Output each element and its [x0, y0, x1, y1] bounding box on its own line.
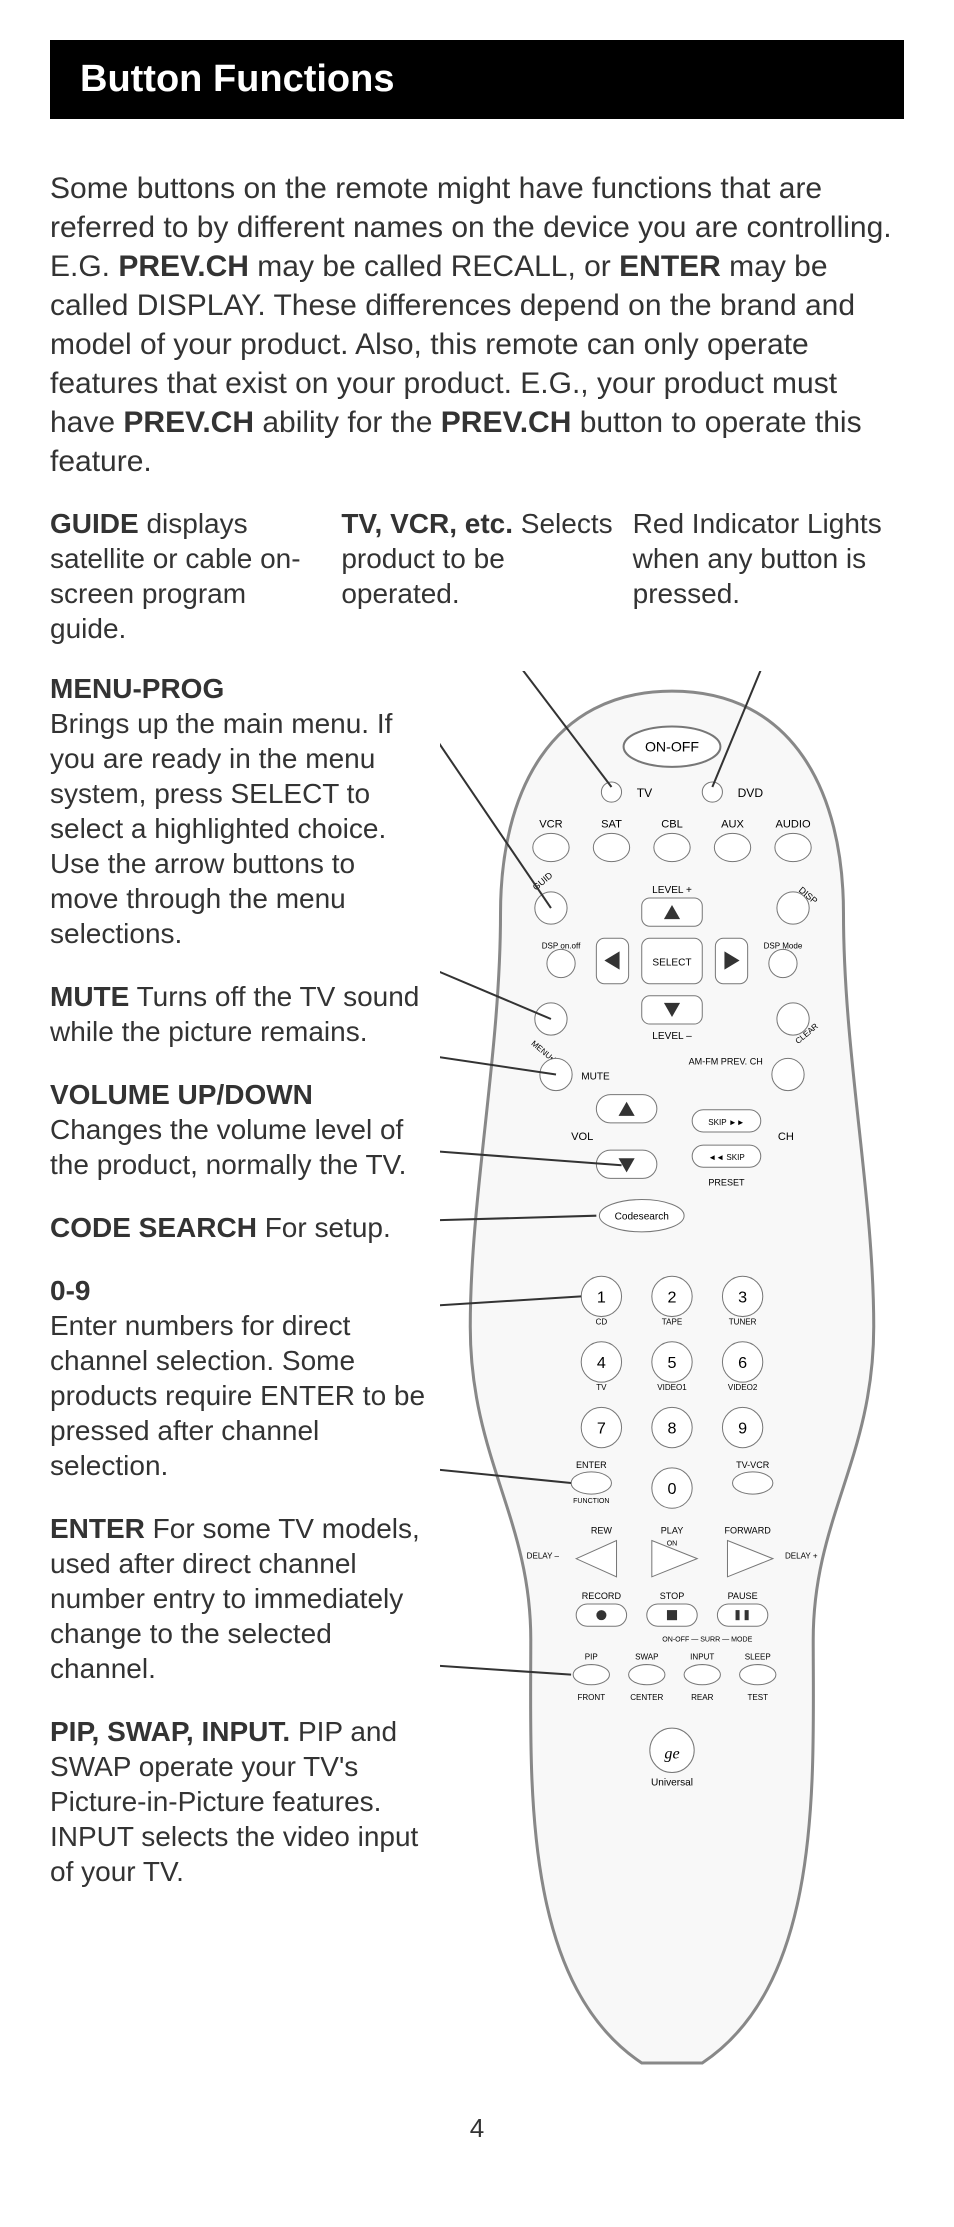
- svg-text:STOP: STOP: [660, 1591, 685, 1601]
- svg-text:Universal: Universal: [651, 1778, 693, 1789]
- tv-led: [601, 782, 621, 802]
- svg-text:SLEEP: SLEEP: [745, 1653, 771, 1662]
- desc-vol: VOLUME UP/DOWNChanges the volume level o…: [50, 1077, 430, 1182]
- svg-text:AM-FM PREV. CH: AM-FM PREV. CH: [689, 1056, 763, 1066]
- svg-text:VOL: VOL: [571, 1131, 593, 1143]
- svg-text:DSP on.off: DSP on.off: [542, 941, 581, 950]
- svg-text:INPUT: INPUT: [690, 1653, 714, 1662]
- desc-enter: ENTER For some TV models, used after dir…: [50, 1511, 430, 1686]
- svg-text:LEVEL +: LEVEL +: [652, 885, 692, 896]
- svg-text:TV-VCR: TV-VCR: [736, 1460, 770, 1470]
- col-tvvcr: TV, VCR, etc. Selects product to be oper…: [341, 506, 612, 646]
- svg-text:PIP: PIP: [585, 1653, 598, 1662]
- svg-text:DELAY –: DELAY –: [527, 1552, 560, 1561]
- top-columns: GUIDE displays satellite or cable on-scr…: [50, 506, 904, 646]
- svg-text:8: 8: [668, 1420, 677, 1438]
- svg-text:REW: REW: [591, 1525, 613, 1535]
- col-guide: GUIDE displays satellite or cable on-scr…: [50, 506, 321, 646]
- pip-button[interactable]: [573, 1665, 609, 1685]
- svg-text:PAUSE: PAUSE: [728, 1591, 758, 1601]
- svg-text:CH: CH: [778, 1131, 794, 1143]
- cbl-button[interactable]: [654, 833, 690, 861]
- mute-button[interactable]: [540, 1058, 572, 1090]
- svg-text:AUDIO: AUDIO: [775, 818, 810, 830]
- svg-text:VIDEO2: VIDEO2: [728, 1383, 758, 1392]
- page-number: 4: [50, 2113, 904, 2144]
- svg-text:VIDEO1: VIDEO1: [657, 1383, 687, 1392]
- svg-text:9: 9: [738, 1420, 747, 1438]
- svg-text:FRONT: FRONT: [577, 1693, 605, 1702]
- tvvcr-button[interactable]: [733, 1472, 773, 1494]
- svg-text:CBL: CBL: [661, 818, 683, 830]
- svg-text:SELECT: SELECT: [652, 958, 691, 969]
- svg-text:5: 5: [668, 1354, 677, 1372]
- dsp-mode-button[interactable]: [769, 949, 797, 977]
- svg-text:1: 1: [597, 1288, 606, 1306]
- svg-text:TAPE: TAPE: [662, 1318, 683, 1327]
- svg-text:MUTE: MUTE: [581, 1072, 610, 1083]
- svg-text:ON: ON: [667, 1541, 678, 1548]
- dsp-onoff-button[interactable]: [547, 949, 575, 977]
- desc-codesearch: CODE SEARCH For setup.: [50, 1210, 430, 1245]
- svg-text:Codesearch: Codesearch: [615, 1212, 669, 1223]
- vcr-button[interactable]: [533, 833, 569, 861]
- remote-diagram: ON-OFF TV DVD VCR SAT CBL AUX AUDIO: [440, 671, 904, 2103]
- svg-text:CENTER: CENTER: [630, 1693, 663, 1702]
- svg-text:3: 3: [738, 1288, 747, 1306]
- svg-text:RECORD: RECORD: [582, 1591, 622, 1601]
- svg-text:0: 0: [668, 1480, 677, 1498]
- desc-mute: MUTE Turns off the TV sound while the pi…: [50, 979, 430, 1049]
- svg-text:FORWARD: FORWARD: [724, 1525, 771, 1535]
- svg-text:SWAP: SWAP: [635, 1653, 658, 1662]
- sat-button[interactable]: [593, 833, 629, 861]
- intro-paragraph: Some buttons on the remote might have fu…: [50, 169, 904, 481]
- aux-button[interactable]: [714, 833, 750, 861]
- svg-text:AUX: AUX: [721, 818, 744, 830]
- col-redled: Red Indicator Lights when any button is …: [633, 506, 904, 646]
- svg-text:ENTER: ENTER: [576, 1460, 607, 1470]
- svg-text:SAT: SAT: [601, 818, 622, 830]
- svg-text:TV: TV: [596, 1383, 607, 1392]
- svg-text:TEST: TEST: [747, 1693, 768, 1702]
- input-button[interactable]: [684, 1665, 720, 1685]
- desc-pip: PIP, SWAP, INPUT. PIP and SWAP operate y…: [50, 1714, 430, 1889]
- desc-menu: MENU-PROGBrings up the main menu. If you…: [50, 671, 430, 951]
- svg-text:ON-OFF: ON-OFF: [645, 739, 699, 755]
- svg-text:TV: TV: [637, 786, 653, 800]
- svg-text:PLAY: PLAY: [661, 1525, 684, 1535]
- svg-text:◄◄ SKIP: ◄◄ SKIP: [708, 1153, 745, 1162]
- svg-text:SKIP ►►: SKIP ►►: [708, 1118, 744, 1127]
- svg-text:LEVEL –: LEVEL –: [652, 1031, 692, 1042]
- svg-text:PRESET: PRESET: [708, 1177, 745, 1187]
- svg-text:CD: CD: [596, 1318, 608, 1327]
- svg-text:6: 6: [738, 1354, 747, 1372]
- svg-text:ge: ge: [664, 1745, 679, 1762]
- svg-text:7: 7: [597, 1420, 606, 1438]
- svg-text:REAR: REAR: [691, 1693, 714, 1702]
- pause-button[interactable]: [717, 1604, 767, 1626]
- audio-button[interactable]: [775, 833, 811, 861]
- svg-text:DVD: DVD: [738, 786, 764, 800]
- section-title: Button Functions: [50, 40, 904, 119]
- svg-text:4: 4: [597, 1354, 606, 1372]
- svg-text:VCR: VCR: [539, 818, 562, 830]
- sleep-button[interactable]: [740, 1665, 776, 1685]
- swap-button[interactable]: [629, 1665, 665, 1685]
- svg-text:DELAY +: DELAY +: [785, 1552, 818, 1561]
- svg-text:TUNER: TUNER: [729, 1318, 757, 1327]
- desc-numbers: 0-9Enter numbers for direct channel sele…: [50, 1273, 430, 1483]
- svg-text:ON-OFF — SURR — MODE: ON-OFF — SURR — MODE: [662, 1636, 752, 1643]
- prevch-button[interactable]: [772, 1058, 804, 1090]
- enter-button[interactable]: [571, 1472, 611, 1494]
- svg-text:FUNCTION: FUNCTION: [573, 1498, 609, 1505]
- svg-text:2: 2: [668, 1288, 677, 1306]
- svg-text:DSP Mode: DSP Mode: [764, 941, 803, 950]
